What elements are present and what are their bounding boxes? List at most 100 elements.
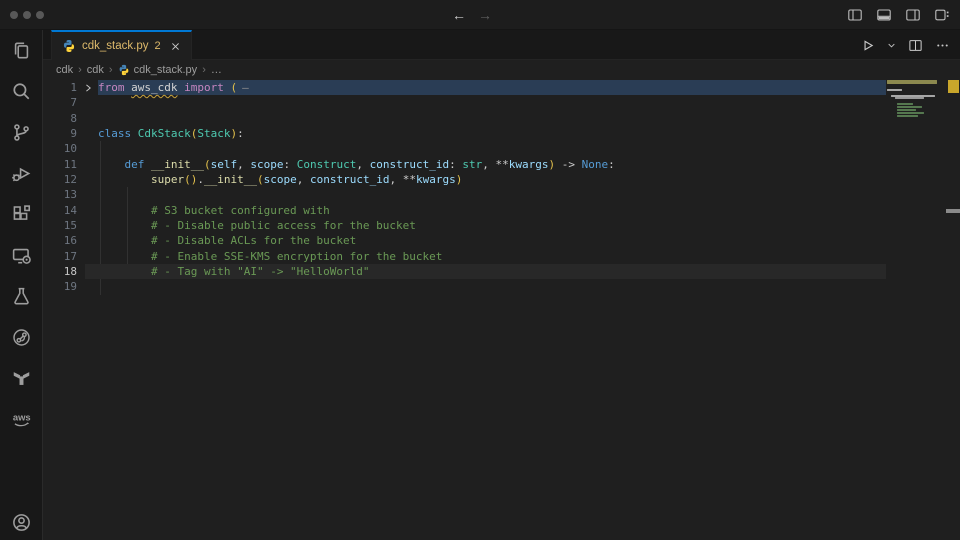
- split-editor-icon[interactable]: [908, 38, 923, 53]
- run-and-debug-icon: [11, 163, 32, 184]
- fold-collapsed-icon[interactable]: [83, 83, 93, 93]
- minimap-line: [887, 89, 902, 91]
- zoom-window-button[interactable]: [36, 11, 44, 19]
- tab-close-icon[interactable]: [170, 41, 181, 52]
- history-navigation: ← →: [452, 0, 492, 30]
- tab-problems-badge: 2: [154, 40, 160, 52]
- line-number[interactable]: 8: [43, 111, 77, 126]
- activity-bar-item-aws-toolkit[interactable]: [0, 399, 43, 440]
- code-line[interactable]: 9 class CdkStack(Stack):: [43, 126, 960, 141]
- code-line[interactable]: 12 super().__init__(scope, construct_id,…: [43, 172, 960, 187]
- activity-bar-item-terraform[interactable]: [0, 358, 43, 399]
- tab-bar: cdk_stack.py 2: [43, 30, 960, 60]
- breadcrumb-separator: ›: [77, 64, 83, 76]
- commit-graph-icon: [11, 327, 32, 348]
- aws-toolkit-icon: [11, 409, 32, 430]
- cursor-marker: [946, 209, 960, 213]
- code-line[interactable]: 13: [43, 187, 960, 202]
- editor-actions: [860, 30, 950, 60]
- code-line[interactable]: 8: [43, 111, 960, 126]
- breadcrumb-item[interactable]: cdk: [87, 64, 104, 76]
- python-file-icon: [62, 39, 76, 53]
- code-line[interactable]: 1 from aws_cdk import (–: [43, 80, 960, 95]
- activity-bar-item-testing[interactable]: [0, 276, 43, 317]
- minimap-line: [897, 103, 913, 105]
- activity-bar-item-commit-graph[interactable]: [0, 317, 43, 358]
- editor[interactable]: 1 from aws_cdk import (– 7 8: [43, 80, 960, 540]
- layout-controls: [847, 0, 950, 30]
- code-line[interactable]: 14 # S3 bucket configured with: [43, 203, 960, 218]
- accounts-icon[interactable]: [0, 512, 43, 540]
- code-line[interactable]: 18 # - Tag with "AI" -> "HelloWorld": [43, 264, 960, 279]
- minimap-line: [897, 106, 922, 108]
- activity-bar-item-run-and-debug[interactable]: [0, 153, 43, 194]
- line-number[interactable]: 11: [43, 157, 77, 172]
- warning-marker: [948, 80, 959, 93]
- minimap-line: [897, 109, 916, 111]
- explorer-icon: [11, 40, 32, 61]
- breadcrumb-item[interactable]: cdk_stack.py: [118, 64, 198, 76]
- run-dropdown-icon[interactable]: [887, 41, 896, 50]
- line-number[interactable]: 13: [43, 187, 77, 202]
- line-number[interactable]: 7: [43, 95, 77, 110]
- minimap[interactable]: [887, 80, 946, 540]
- python-icon: [118, 64, 130, 76]
- code-line[interactable]: 17 # - Enable SSE-KMS encryption for the…: [43, 249, 960, 264]
- toggle-panel-icon[interactable]: [876, 7, 892, 23]
- toggle-primary-sidebar-icon[interactable]: [847, 7, 863, 23]
- line-number[interactable]: 9: [43, 126, 77, 141]
- close-window-button[interactable]: [10, 11, 18, 19]
- terraform-icon: [11, 368, 32, 389]
- extensions-icon: [11, 204, 32, 225]
- line-number[interactable]: 15: [43, 218, 77, 233]
- activity-bar-item-extensions[interactable]: [0, 194, 43, 235]
- code-line[interactable]: 16 # - Disable ACLs for the bucket: [43, 233, 960, 248]
- go-back-button[interactable]: ←: [452, 7, 466, 23]
- line-number[interactable]: 10: [43, 141, 77, 156]
- breadcrumb-item[interactable]: …: [211, 64, 222, 76]
- line-number[interactable]: 18: [43, 264, 77, 279]
- line-number[interactable]: 16: [43, 233, 77, 248]
- minimap-line: [897, 112, 924, 114]
- vscode-window: ← → cdk_stack.py 2: [0, 0, 960, 540]
- testing-icon: [11, 286, 32, 307]
- line-number[interactable]: 14: [43, 203, 77, 218]
- line-number[interactable]: 12: [43, 172, 77, 187]
- code-line[interactable]: 19: [43, 279, 960, 294]
- activity-bar-item-search[interactable]: [0, 71, 43, 112]
- breadcrumb-item[interactable]: cdk: [56, 64, 73, 76]
- titlebar: ← →: [0, 0, 960, 30]
- line-number[interactable]: 1: [43, 80, 77, 95]
- run-python-file-icon[interactable]: [860, 38, 875, 53]
- code-line[interactable]: 7: [43, 95, 960, 110]
- overview-ruler[interactable]: [946, 80, 960, 540]
- breadcrumb-separator: ›: [201, 64, 207, 76]
- tab-label: cdk_stack.py: [82, 40, 148, 52]
- breadcrumb-separator: ›: [108, 64, 114, 76]
- activity-bar-item-source-control[interactable]: [0, 112, 43, 153]
- activity-bar-item-remote-explorer[interactable]: [0, 235, 43, 276]
- minimize-window-button[interactable]: [23, 11, 31, 19]
- code-line[interactable]: 11 def __init__(self, scope: Construct, …: [43, 157, 960, 172]
- activity-bar: [0, 30, 43, 540]
- customize-layout-icon[interactable]: [934, 7, 950, 23]
- toggle-secondary-sidebar-icon[interactable]: [905, 7, 921, 23]
- activity-bar-item-explorer[interactable]: [0, 30, 43, 71]
- window-controls: [10, 11, 44, 19]
- line-number[interactable]: 19: [43, 279, 77, 294]
- code-line[interactable]: 10: [43, 141, 960, 156]
- minimap-line: [895, 97, 924, 99]
- go-forward-button[interactable]: →: [478, 7, 492, 23]
- breadcrumb: cdk›cdk›cdk_stack.py›…: [43, 60, 960, 80]
- minimap-line: [897, 115, 918, 117]
- search-icon: [11, 81, 32, 102]
- more-actions-icon[interactable]: [935, 38, 950, 53]
- minimap-line: [891, 95, 935, 97]
- code-line[interactable]: 15 # - Disable public access for the buc…: [43, 218, 960, 233]
- minimap-line: [887, 80, 937, 84]
- line-number[interactable]: 17: [43, 249, 77, 264]
- code-lines: 1 from aws_cdk import (– 7 8: [43, 80, 960, 295]
- remote-explorer-icon: [11, 245, 32, 266]
- source-control-icon: [11, 122, 32, 143]
- tab-cdk-stack-py[interactable]: cdk_stack.py 2: [51, 30, 192, 60]
